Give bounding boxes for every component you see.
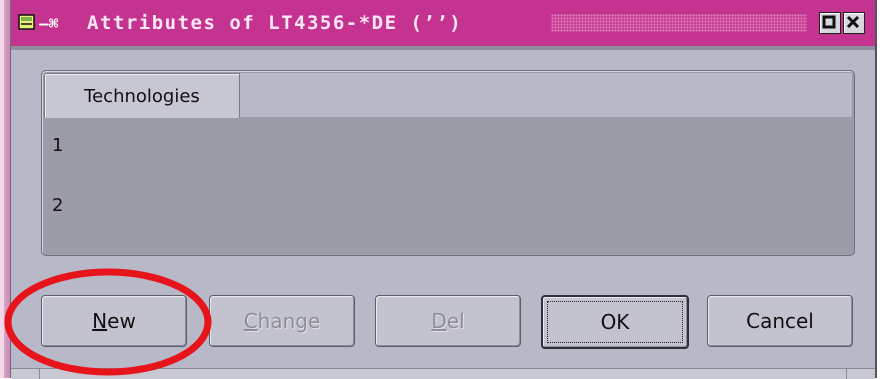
del-button-mnemonic: D [431,309,447,333]
titlebar-pattern [551,14,807,32]
book-icon[interactable] [17,12,37,32]
desktop-edge [0,0,10,378]
attributes-dialog: –⌘ Attributes of LT4356-*DE (’’) Technol… [10,0,877,379]
change-button[interactable]: Change [209,295,355,347]
new-button[interactable]: New [41,295,187,347]
change-button-mnemonic: C [243,309,258,333]
technologies-panel: Technologies 1 2 [41,70,855,256]
list-item[interactable]: 2 [52,195,63,216]
new-button-label: ew [107,309,136,333]
titlebar[interactable]: –⌘ Attributes of LT4356-*DE (’’) [11,0,875,48]
cancel-button-label: Cancel [746,309,814,333]
list-item[interactable]: 1 [52,135,63,156]
new-button-mnemonic: N [92,309,108,333]
maximize-button[interactable] [819,12,841,34]
window-title: Attributes of LT4356-*DE (’’) [87,12,463,34]
window-menu-icon[interactable]: –⌘ [39,14,58,33]
del-button[interactable]: Del [375,295,521,347]
close-icon [846,15,860,29]
tab-technologies[interactable]: Technologies [44,73,240,118]
tab-technologies-label: Technologies [84,85,200,107]
maximize-icon [822,15,836,29]
del-button-label: el [446,309,465,333]
change-button-label: hange [257,309,321,333]
resize-border[interactable] [11,368,875,379]
close-button[interactable] [843,12,865,34]
titlebar-border [11,46,875,50]
cancel-button[interactable]: Cancel [707,295,853,347]
focus-ring [547,301,683,343]
ok-button[interactable]: OK [541,295,689,349]
